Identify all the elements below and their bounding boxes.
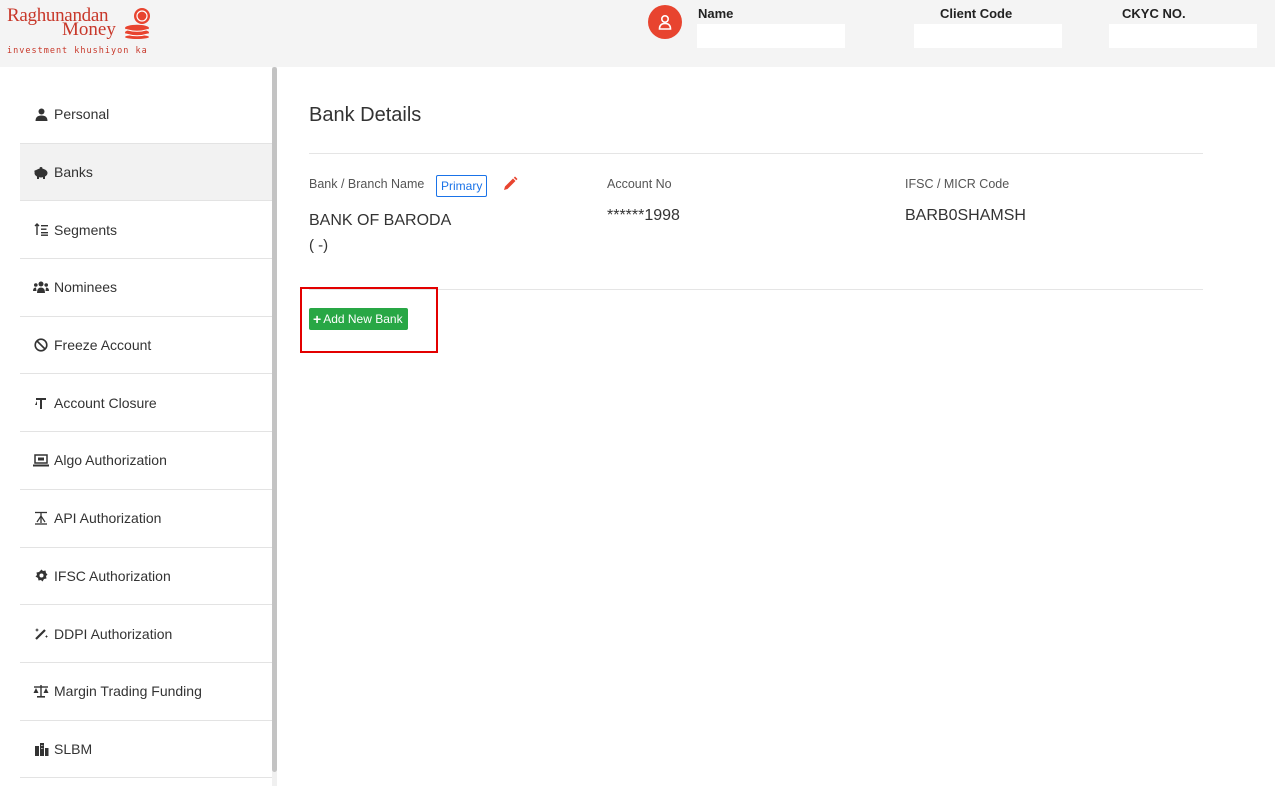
user-icon xyxy=(658,14,672,30)
avatar[interactable] xyxy=(648,5,682,39)
sidebar-item-freeze-account[interactable]: Freeze Account xyxy=(20,317,272,375)
branch-name: ( -) xyxy=(309,237,329,254)
brand-logo[interactable]: Raghunandan Money investment khushiyon k… xyxy=(7,5,167,61)
sidebar-item-nominees[interactable]: Nominees xyxy=(20,259,272,317)
add-new-bank-button[interactable]: + Add New Bank xyxy=(309,308,408,330)
ban-icon xyxy=(32,338,50,352)
coins-icon xyxy=(125,8,150,39)
divider xyxy=(309,289,1203,290)
sidebar-nav: Personal Banks Segments Nominees Freeze … xyxy=(20,86,272,779)
plus-icon: + xyxy=(313,311,322,327)
sidebar-item-ifsc-authorization[interactable]: IFSC Authorization xyxy=(20,548,272,606)
brand-tagline: investment khushiyon ka xyxy=(7,46,148,56)
brand-line2: Money xyxy=(62,19,116,40)
api-icon xyxy=(32,511,50,525)
sort-icon xyxy=(32,223,50,237)
client-code-value xyxy=(914,24,1062,48)
laptop-icon xyxy=(32,453,50,467)
wand-icon xyxy=(32,627,50,641)
top-header: Raghunandan Money investment khushiyon k… xyxy=(0,0,1275,67)
page-title: Bank Details xyxy=(309,104,422,126)
sidebar-scrollbar[interactable] xyxy=(272,67,277,786)
sidebar-item-algo-authorization[interactable]: Algo Authorization xyxy=(20,432,272,490)
sidebar-item-label: Freeze Account xyxy=(54,337,152,354)
sidebar-item-ddpi-authorization[interactable]: DDPI Authorization xyxy=(20,605,272,663)
ifsc-label: IFSC / MICR Code xyxy=(905,177,1010,191)
sidebar-item-personal[interactable]: Personal xyxy=(20,86,272,144)
sidebar-item-label: Nominees xyxy=(54,279,118,296)
account-number: ******1998 xyxy=(607,207,680,224)
sidebar-item-label: Account Closure xyxy=(54,394,157,411)
sidebar-item-label: Algo Authorization xyxy=(54,452,167,469)
sidebar-item-margin-trading-funding[interactable]: Margin Trading Funding xyxy=(20,663,272,721)
scale-icon xyxy=(32,684,50,698)
name-label: Name xyxy=(698,6,734,21)
bank-branch-label: Bank / Branch Name xyxy=(309,177,425,191)
user-icon xyxy=(32,107,50,121)
sidebar-item-label: Segments xyxy=(54,221,118,238)
sidebar-item-label: SLBM xyxy=(54,740,93,757)
ifsc-code: BARB0SHAMSH xyxy=(905,207,1026,224)
account-no-label: Account No xyxy=(607,177,672,191)
sidebar-item-segments[interactable]: Segments xyxy=(20,201,272,260)
sidebar-item-slbm[interactable]: SLBM xyxy=(20,721,272,779)
client-code-label: Client Code xyxy=(940,6,1013,21)
sidebar-item-label: Personal xyxy=(54,106,110,123)
sidebar-item-label: Margin Trading Funding xyxy=(54,683,202,700)
sidebar-item-banks[interactable]: Banks xyxy=(20,143,272,202)
primary-badge: Primary xyxy=(436,175,488,197)
sidebar-item-label: Banks xyxy=(54,164,93,181)
gear-icon xyxy=(32,569,50,583)
pencil-icon[interactable] xyxy=(502,176,518,192)
building-icon xyxy=(32,742,50,756)
sidebar-item-account-closure[interactable]: Account Closure xyxy=(20,374,272,433)
ckyc-label: CKYC NO. xyxy=(1122,6,1186,21)
add-new-bank-label: Add New Bank xyxy=(323,312,403,326)
scrollbar-thumb[interactable] xyxy=(272,67,277,772)
name-value xyxy=(697,24,845,48)
closure-icon xyxy=(32,396,50,410)
users-icon xyxy=(32,280,50,294)
bank-name: BANK OF BARODA xyxy=(309,212,452,229)
divider xyxy=(309,153,1203,154)
ckyc-value xyxy=(1109,24,1257,48)
sidebar-item-label: IFSC Authorization xyxy=(54,567,171,584)
sidebar-item-label: DDPI Authorization xyxy=(54,625,173,642)
piggy-bank-icon xyxy=(32,165,50,179)
sidebar-item-api-authorization[interactable]: API Authorization xyxy=(20,490,272,548)
sidebar-item-label: API Authorization xyxy=(54,510,162,527)
